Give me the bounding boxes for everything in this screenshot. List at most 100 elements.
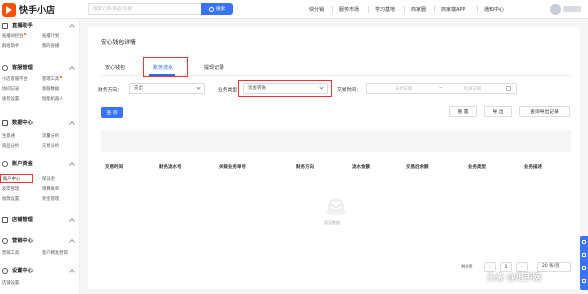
sidebar-item-budget-bill[interactable]: 预算账单 xyxy=(42,186,59,192)
watermark: 头条 @甩手网 xyxy=(487,273,541,283)
query-button[interactable]: 查 询 xyxy=(101,107,123,118)
sidebar-item-cs-data[interactable]: 客服数据 xyxy=(42,86,59,92)
wallet-icon xyxy=(2,160,8,167)
user-menu[interactable] xyxy=(550,3,584,15)
page-size-value: 20 条/页 xyxy=(542,264,560,269)
date-separator: ~ xyxy=(439,86,443,91)
chevron-up-icon xyxy=(69,239,75,245)
topnav-learning-base[interactable]: 学习基地 xyxy=(375,0,395,19)
column-header-trade-time: 交易时间 xyxy=(105,165,123,170)
column-header-related-order: 关联业务单号 xyxy=(219,165,246,170)
topnav-divider xyxy=(332,6,333,13)
sidebar-item-product-analysis[interactable]: 商品分析 xyxy=(2,143,19,149)
sidebar-item-shop-settings[interactable]: 店铺设置 xyxy=(2,280,19,286)
sidebar-item-group-assistant[interactable]: 群组助手 xyxy=(2,43,19,49)
sidebar-section-data-center[interactable]: 数据中心 xyxy=(2,118,33,127)
avatar xyxy=(550,3,561,15)
date-end-input[interactable]: 结束日期 xyxy=(464,86,481,92)
column-header-balance-after: 交易后余额 xyxy=(406,165,429,170)
chevron-down-icon xyxy=(196,85,201,90)
sidebar-section-customer-service[interactable]: 客服管理 xyxy=(2,63,33,72)
sidebar-section-account-funds[interactable]: 账户资金 xyxy=(2,159,33,168)
pagination-total: 共0条 xyxy=(461,265,473,270)
sidebar-item-smart-robot[interactable]: 智能机器人 xyxy=(42,96,63,102)
empty-state-text: 暂无数据 xyxy=(324,220,340,225)
chevron-up-icon xyxy=(69,162,75,168)
column-header-description: 业务描述 xyxy=(524,165,542,170)
annotation-highlight-business-type xyxy=(238,80,332,97)
column-header-flow-number: 财务流水号 xyxy=(159,165,182,170)
page-size-select[interactable]: 20 条/页 xyxy=(537,262,571,272)
sidebar-item-deposit[interactable]: 保证金 xyxy=(42,176,55,182)
sidebar-section-marketing-center[interactable]: 营销中心 xyxy=(2,236,33,245)
topnav-merchant-circle[interactable]: 商家圈 xyxy=(411,0,426,19)
direction-label: 财务方向： xyxy=(98,88,122,93)
sidebar-item-invoice-management[interactable]: 发票管理 xyxy=(2,186,19,192)
sidebar-item-collab-records[interactable]: 协同记录 xyxy=(2,86,19,92)
sidebar-item-precision-marketing[interactable]: 客户精准营销 xyxy=(42,250,68,256)
topnav-notification-center[interactable]: 通知中心 xyxy=(484,0,504,19)
chevron-left-icon: ‹ xyxy=(489,264,491,270)
empty-box-icon xyxy=(326,199,346,215)
column-header-business-type: 业务类型 xyxy=(468,165,486,170)
sidebar-item-shengyitong[interactable]: 生意通 xyxy=(2,133,15,139)
tab-wallet[interactable]: 安心钱包 xyxy=(105,64,125,71)
sidebar-item-cs-platform[interactable]: 小店客服平台 xyxy=(2,76,28,82)
floating-toolbar[interactable] xyxy=(580,236,588,290)
shop-icon xyxy=(2,216,8,223)
sidebar-item-qc-settings[interactable]: 质检设置 xyxy=(2,96,19,102)
sidebar-item-live-plan[interactable]: 直播计划 xyxy=(42,33,59,39)
top-bar: 快手小店 搜索订单/商品/功能 搜索 快分销 服务市场 学习基地 商家圈 商家端… xyxy=(0,0,588,19)
search-input[interactable]: 搜索订单/商品/功能 xyxy=(88,3,201,15)
sidebar-item-management-tools[interactable]: 管理工具 xyxy=(42,76,63,82)
topnav-kuaifenxiao[interactable]: 快分销 xyxy=(309,0,324,19)
headset-icon xyxy=(2,64,8,71)
topnav-divider xyxy=(368,6,369,13)
annotation-highlight-account-center xyxy=(0,174,33,183)
chevron-right-icon: › xyxy=(521,264,523,270)
topnav-divider xyxy=(404,6,405,13)
gear-icon xyxy=(2,267,8,274)
calendar-icon xyxy=(506,86,511,91)
sidebar-item-marketing-tools[interactable]: 营销工具 xyxy=(2,250,19,256)
reset-button[interactable]: 重 置 xyxy=(449,106,477,117)
direction-select[interactable]: 支出 xyxy=(129,83,205,94)
sidebar-item-my-live[interactable]: 我的直播 xyxy=(42,43,59,49)
sidebar-item-live-console[interactable]: 直播间控台 xyxy=(2,33,27,39)
search-button-label: 搜索 xyxy=(216,7,225,12)
topnav-divider xyxy=(477,6,478,13)
export-history-button[interactable]: 查询导出记录 xyxy=(519,106,570,117)
message-icon[interactable] xyxy=(582,253,586,257)
edit-icon[interactable] xyxy=(582,240,586,244)
date-start-input[interactable]: 开始日期 xyxy=(395,86,412,92)
sidebar-item-trade-analysis[interactable]: 交易分析 xyxy=(42,143,59,149)
trade-time-range-picker[interactable]: 开始日期 ~ 结束日期 xyxy=(366,83,517,94)
more-icon[interactable] xyxy=(582,279,586,283)
sidebar-item-bonus-management[interactable]: 奖金管理 xyxy=(42,196,59,202)
chart-icon xyxy=(2,119,8,126)
search-button[interactable]: 搜索 xyxy=(201,3,233,15)
column-header-amount: 流水金额 xyxy=(352,165,370,170)
headset-icon[interactable] xyxy=(582,266,586,270)
logo-text: 快手小店 xyxy=(19,6,56,16)
sidebar-section-live-assistant[interactable]: 直播助手 xyxy=(2,21,33,30)
chevron-up-icon xyxy=(69,121,75,127)
tab-withdraw-records[interactable]: 提现记录 xyxy=(204,64,224,71)
sidebar-section-settings-center[interactable]: 设置中心 xyxy=(2,266,33,275)
sidebar: 直播助手 直播间控台 直播计划 群组助手 我的直播 客服管理 小店客服平台 管理… xyxy=(0,19,80,294)
export-button[interactable]: 导 出 xyxy=(484,106,512,117)
topnav-divider xyxy=(434,6,435,13)
wallet-detail-card: 安心钱包详情 安心钱包 账务流水 提现记录 财务方向： 支出 业务类型 资金转账… xyxy=(88,27,580,289)
sidebar-section-shop-management[interactable]: 店铺管理 xyxy=(2,215,33,224)
topnav-merchant-app[interactable]: 商家端APP xyxy=(441,0,465,19)
chevron-up-icon xyxy=(69,24,75,30)
column-header-direction: 财务方向 xyxy=(296,165,314,170)
logo[interactable]: 快手小店 xyxy=(2,2,55,17)
new-dot-icon xyxy=(24,33,27,35)
page-title: 安心钱包详情 xyxy=(101,40,136,46)
direction-select-value: 支出 xyxy=(134,86,143,91)
live-icon xyxy=(2,22,8,29)
sidebar-item-traffic-analysis[interactable]: 流量分析 xyxy=(42,133,59,139)
topnav-service-market[interactable]: 服务市场 xyxy=(339,0,359,19)
sidebar-item-payment-settings[interactable]: 收款设置 xyxy=(2,196,19,202)
